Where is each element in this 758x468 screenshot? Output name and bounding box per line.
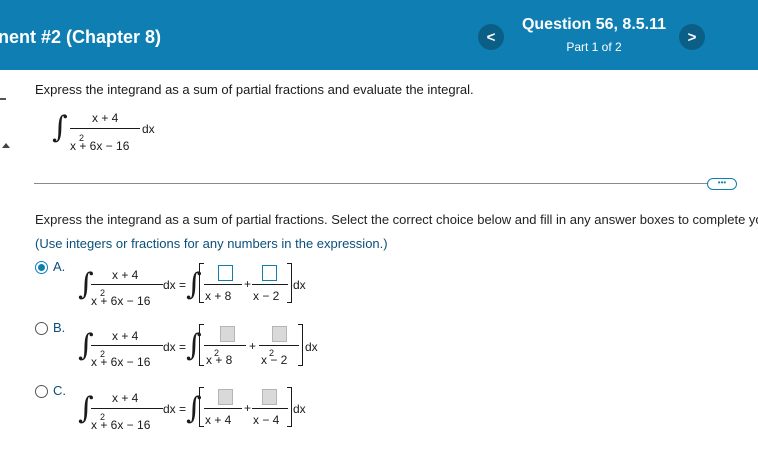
problem-denominator: x + 6x − 16: [70, 139, 130, 153]
fraction-bar: [70, 128, 140, 129]
left-bracket: [199, 263, 204, 303]
fraction-bar: [91, 284, 163, 285]
header-bar: nent #2 (Chapter 8) < Question 56, 8.5.1…: [0, 0, 758, 70]
side-tick: [0, 98, 6, 100]
choice-c-label[interactable]: C.: [53, 383, 66, 398]
choice-a-numerator-1-input[interactable]: [218, 265, 233, 281]
choice-c-numerator-1-input[interactable]: [218, 389, 233, 405]
fraction-bar: [252, 284, 288, 285]
choice-a-numerator-2-input[interactable]: [262, 265, 277, 281]
choice-a-label[interactable]: A.: [53, 259, 65, 274]
choice-c-denominator-2: x − 4: [253, 413, 280, 427]
collapse-arrow-icon[interactable]: [2, 143, 10, 148]
choice-c-numerator-2-input[interactable]: [262, 389, 277, 405]
fraction-bar: [91, 345, 163, 346]
assignment-title: nent #2 (Chapter 8): [0, 27, 162, 47]
fraction-bar: [91, 408, 163, 409]
choice-b-numerator-2-input[interactable]: [272, 326, 287, 342]
fraction-bar: [259, 345, 299, 346]
choice-b-label[interactable]: B.: [53, 320, 65, 335]
choice-c-dx: dx: [293, 402, 306, 416]
fraction-bar: [204, 345, 246, 346]
choice-a-radio[interactable]: [35, 261, 48, 274]
fraction-bar: [204, 408, 242, 409]
choice-b-equals: dx =: [163, 340, 187, 354]
fraction-bar: [204, 284, 242, 285]
choice-a-denominator-2: x − 2: [253, 289, 280, 303]
choice-b-lhs-numerator: x + 4: [112, 329, 139, 343]
next-question-button[interactable]: >: [679, 24, 705, 50]
part1-instruction: Express the integrand as a sum of partia…: [35, 212, 758, 227]
choice-b-lhs-denominator: x + 6x − 16: [91, 355, 151, 369]
left-bracket: [199, 387, 204, 427]
choice-a-lhs-denominator: x + 6x − 16: [91, 294, 151, 308]
choice-c-plus: +: [244, 401, 252, 415]
choice-c-equals: dx =: [163, 402, 187, 416]
problem-dx: dx: [142, 122, 155, 136]
choice-a-lhs-numerator: x + 4: [112, 268, 139, 282]
choice-b-denominator-1: x + 8: [206, 353, 233, 367]
choice-c-lhs-denominator: x + 6x − 16: [91, 418, 151, 432]
problem-instruction: Express the integrand as a sum of partia…: [35, 82, 474, 97]
question-label: Question 56, 8.5.11: [521, 16, 667, 33]
choice-b-radio[interactable]: [35, 322, 48, 335]
part-label: Part 1 of 2: [566, 40, 622, 54]
right-bracket: [287, 263, 292, 303]
right-bracket: [287, 387, 292, 427]
choice-a-equals: dx =: [163, 278, 187, 292]
part1-hint: (Use integers or fractions for any numbe…: [35, 236, 388, 251]
choice-b-dx: dx: [305, 340, 318, 354]
choice-b-plus: +: [249, 339, 257, 353]
choice-c-lhs-numerator: x + 4: [112, 391, 139, 405]
choice-a-plus: +: [244, 277, 252, 291]
previous-question-button[interactable]: <: [478, 24, 504, 50]
choice-a-dx: dx: [293, 278, 306, 292]
choice-a-denominator-1: x + 8: [205, 289, 232, 303]
right-bracket: [298, 324, 303, 366]
fraction-bar: [252, 408, 288, 409]
choice-b-numerator-1-input[interactable]: [220, 326, 235, 342]
more-options-button[interactable]: •••: [707, 178, 737, 190]
integral-sign-icon: ∫: [52, 110, 68, 145]
choice-c-denominator-1: x + 4: [205, 413, 232, 427]
section-divider: [34, 183, 708, 184]
choice-c-radio[interactable]: [35, 385, 48, 398]
problem-numerator: x + 4: [92, 111, 119, 125]
choice-b-denominator-2: x − 2: [261, 353, 288, 367]
